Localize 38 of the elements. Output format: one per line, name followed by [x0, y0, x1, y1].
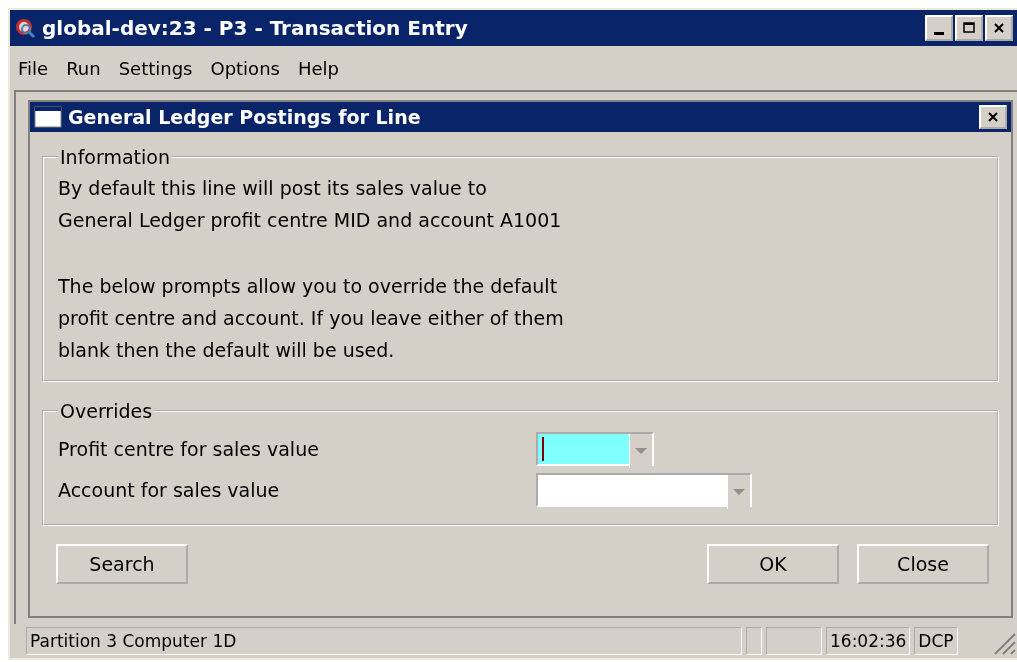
menu-item[interactable]: Run — [66, 57, 101, 79]
dropdown-arrow-icon[interactable] — [629, 433, 652, 468]
menu-item[interactable]: Options — [210, 57, 280, 79]
close-icon — [986, 110, 1000, 124]
window-title: global-dev:23 - P3 - Transaction Entry — [42, 16, 469, 40]
dropdown-arrow-icon[interactable] — [727, 474, 750, 509]
menu-item[interactable]: Settings — [118, 57, 193, 79]
status-panel: Partition 3 Computer 1D — [26, 627, 742, 655]
info-text: The below prompts allow you to override the default — [58, 274, 559, 299]
status-panel — [746, 627, 762, 655]
dialog-button[interactable]: Close — [857, 544, 989, 584]
menu-item[interactable]: File — [18, 57, 49, 79]
close-button[interactable] — [985, 15, 1013, 41]
info-text: blank then the default will be used. — [58, 338, 396, 363]
group-legend: Overrides — [58, 400, 155, 422]
status-panel: 16:02:36 — [826, 627, 911, 655]
close-icon — [992, 21, 1006, 35]
info-text: General Ledger profit centre MID and account A1001 — [58, 208, 563, 233]
close-button[interactable] — [979, 105, 1007, 129]
minimize-button[interactable] — [925, 15, 953, 41]
dialog-button[interactable]: Search — [56, 544, 188, 584]
field-label: Account for sales value — [58, 478, 281, 501]
status-panel — [766, 627, 822, 655]
dialog-button[interactable]: OK — [707, 544, 839, 584]
group-legend: Information — [58, 146, 172, 168]
combo-field[interactable] — [536, 472, 752, 507]
field-label: Profit centre for sales value — [58, 437, 320, 460]
maximize-icon — [962, 21, 976, 35]
dialog-title: General Ledger Postings for Line — [68, 106, 422, 128]
menu-item[interactable]: Help — [297, 57, 339, 79]
globe-magnifier-icon — [14, 17, 36, 39]
info-text: By default this line will post its sales value to — [58, 176, 488, 201]
info-text: profit centre and account. If you leave either of them — [58, 306, 565, 331]
minimize-icon — [934, 31, 944, 35]
status-panel: DCP — [914, 627, 958, 655]
combo-field[interactable] — [536, 431, 654, 466]
maximize-button[interactable] — [955, 15, 983, 41]
window-icon — [34, 106, 62, 128]
